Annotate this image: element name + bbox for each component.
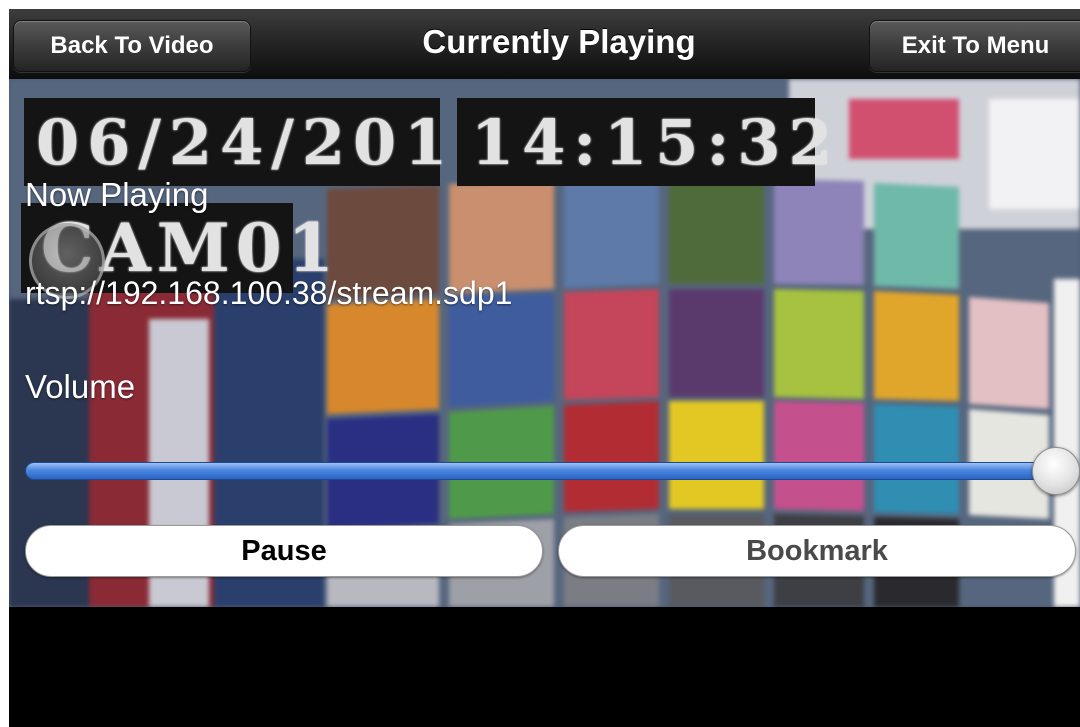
page-title: Currently Playing [422,23,696,60]
pause-button[interactable]: Pause [25,525,543,577]
bookmark-button[interactable]: Bookmark [558,525,1076,577]
back-to-video-button[interactable]: Back To Video [13,20,251,72]
stream-url: rtsp://192.168.100.38/stream.sdp1 [25,275,513,311]
volume-label: Volume [25,368,136,405]
volume-slider[interactable] [25,447,1080,495]
volume-slider-track[interactable] [25,462,1080,480]
exit-to-menu-button[interactable]: Exit To Menu [869,20,1080,72]
video-view[interactable]: 06/24/2013 14:15:32 CAM01 Now Playing rt… [9,79,1080,607]
osd-date: 06/24/2013 [24,98,498,186]
app-screen: Back To Video Currently Playing Exit To … [9,9,1080,727]
osd-time: 14:15:32 [457,98,832,186]
volume-slider-thumb[interactable] [1032,447,1080,495]
navigation-bar: Back To Video Currently Playing Exit To … [9,9,1080,80]
now-playing-label: Now Playing [25,176,209,213]
